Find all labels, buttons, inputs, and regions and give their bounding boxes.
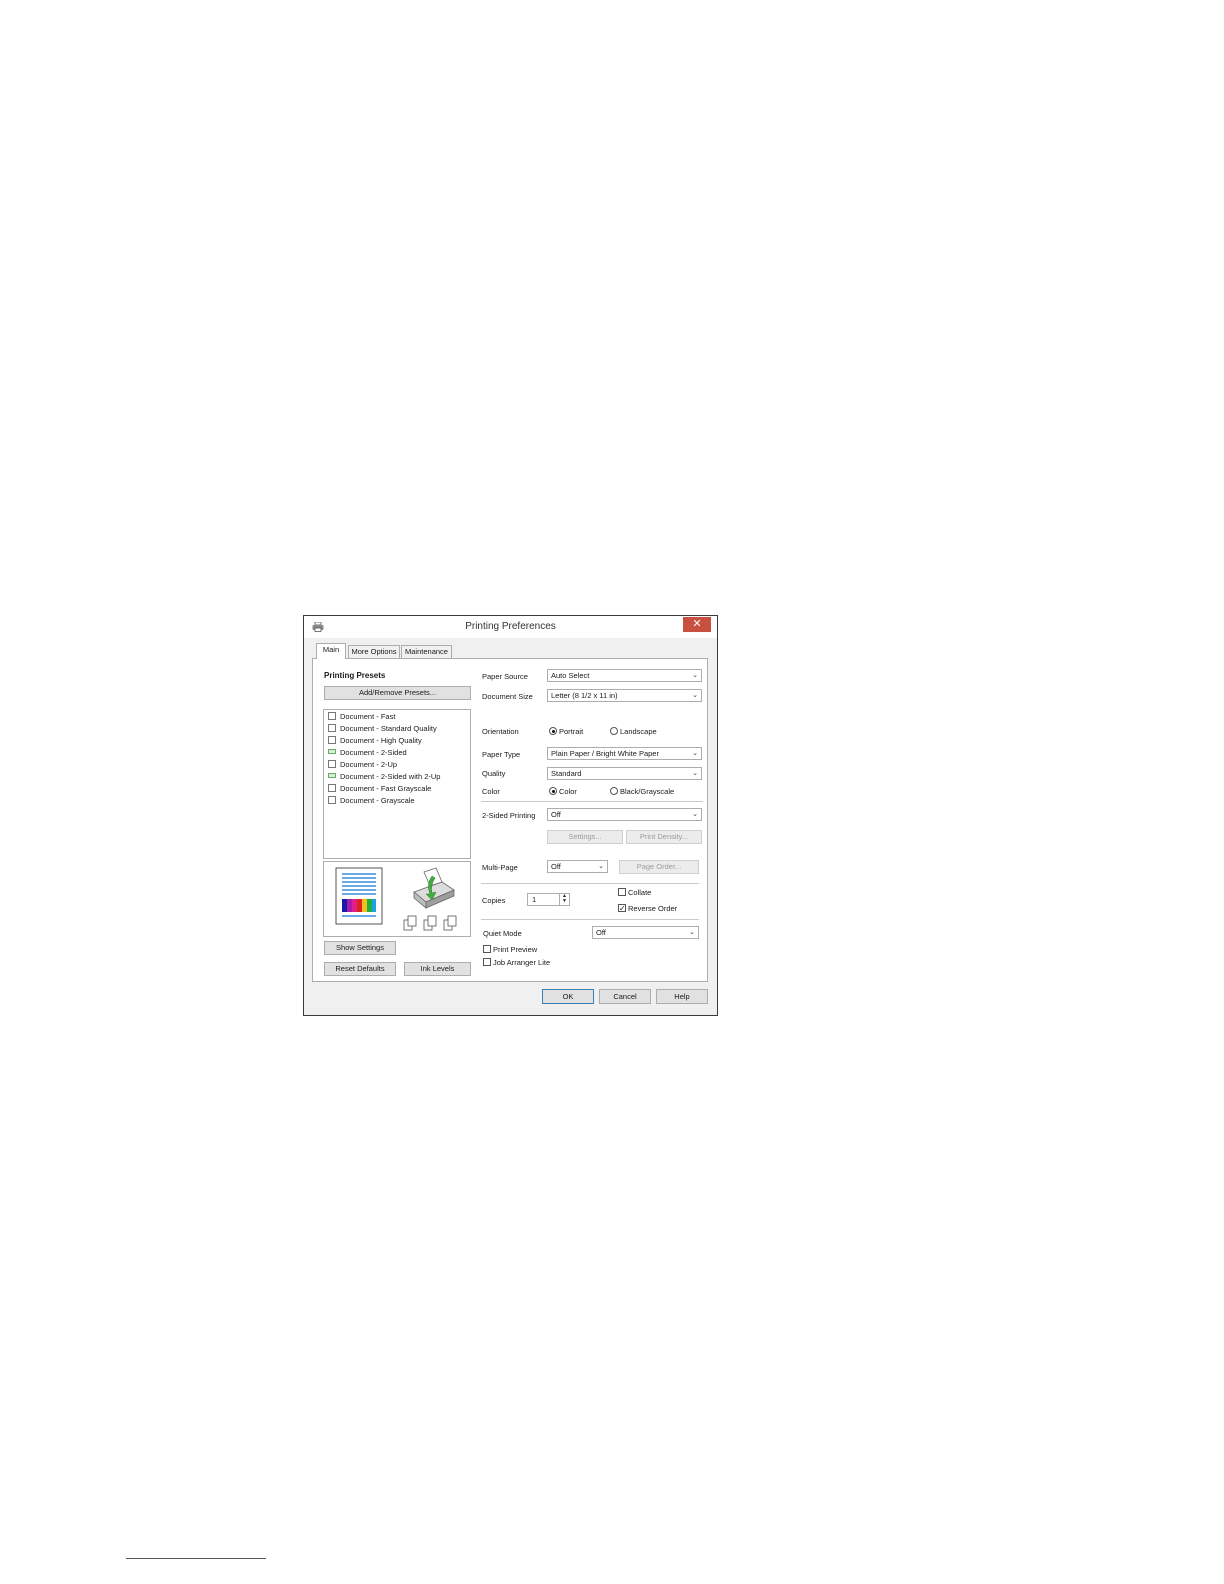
tab-maintenance[interactable]: Maintenance (401, 645, 452, 658)
collate-checkbox[interactable] (618, 888, 626, 896)
divider (481, 919, 699, 920)
collate-label: Collate (628, 888, 652, 897)
divider (481, 883, 699, 884)
black-grayscale-radio[interactable] (610, 787, 618, 795)
chevron-down-icon: ⌄ (689, 929, 695, 936)
quality-label: Quality (482, 769, 506, 778)
document-size-select[interactable]: Letter (8 1/2 x 11 in) ⌄ (547, 689, 702, 702)
document-size-label: Document Size (482, 692, 533, 701)
quiet-mode-label: Quiet Mode (483, 929, 522, 938)
job-arranger-lite-label: Job Arranger Lite (493, 958, 551, 967)
document-icon (328, 736, 336, 744)
quality-select[interactable]: Standard ⌄ (547, 767, 702, 780)
reverse-order-label: Reverse Order (628, 904, 678, 913)
list-item[interactable]: Document - Fast Grayscale (328, 784, 431, 795)
document-icon (328, 724, 336, 732)
list-item[interactable]: Document - Standard Quality (328, 724, 437, 735)
show-settings-button[interactable]: Show Settings (324, 941, 396, 955)
orientation-label: Orientation (482, 727, 519, 736)
job-arranger-lite-checkbox[interactable] (483, 958, 491, 966)
two-up-icon (328, 760, 336, 768)
document-icon (328, 784, 336, 792)
printer-paper-path-icon (413, 867, 455, 909)
tab-more-options[interactable]: More Options (348, 645, 400, 658)
close-icon: ✕ (692, 618, 702, 630)
two-sided-printing-label: 2-Sided Printing (482, 811, 536, 820)
portrait-radio[interactable] (549, 727, 557, 735)
stepper-arrows-icon[interactable]: ▲ ▼ (559, 894, 569, 905)
preview-illustration (335, 867, 457, 931)
list-item[interactable]: Document - Grayscale (328, 796, 415, 807)
chevron-down-icon: ⌄ (692, 672, 698, 679)
dialog-footer: OK Cancel Help (304, 981, 717, 1015)
list-item[interactable]: Document - High Quality (328, 736, 422, 747)
list-item[interactable]: Document - 2-Sided (328, 748, 407, 759)
quiet-mode-select[interactable]: Off ⌄ (592, 926, 699, 939)
printing-preferences-window: Printing Preferences ✕ Main More Options… (303, 615, 718, 1016)
ok-button[interactable]: OK (542, 989, 594, 1004)
paper-type-select[interactable]: Plain Paper / Bright White Paper ⌄ (547, 747, 702, 760)
list-item[interactable]: Document - 2-Up (328, 760, 397, 771)
paper-source-select[interactable]: Auto Select ⌄ (547, 669, 702, 682)
chevron-down-icon: ⌄ (692, 750, 698, 757)
chevron-down-icon: ⌄ (598, 863, 604, 870)
print-preview-checkbox[interactable] (483, 945, 491, 953)
print-density-button[interactable]: Print Density... (626, 830, 702, 844)
footnote-rule (126, 1558, 266, 1559)
portrait-label: Portrait (559, 727, 584, 736)
ink-levels-button[interactable]: Ink Levels (404, 962, 471, 976)
two-sided-settings-button[interactable]: Settings... (547, 830, 623, 844)
chevron-down-icon: ⌄ (692, 811, 698, 818)
add-remove-presets-button[interactable]: Add/Remove Presets... (324, 686, 471, 700)
two-sided-printing-select[interactable]: Off ⌄ (547, 808, 702, 821)
paper-type-label: Paper Type (482, 750, 521, 759)
printing-presets-heading: Printing Presets (324, 671, 386, 680)
copies-stepper[interactable]: 1 ▲ ▼ (527, 893, 570, 906)
reverse-order-checkbox[interactable]: ✓ (618, 904, 626, 913)
multi-page-select[interactable]: Off ⌄ (547, 860, 608, 873)
tab-main[interactable]: Main (316, 643, 346, 659)
close-button[interactable]: ✕ (683, 617, 711, 632)
color-bars-icon (342, 899, 376, 912)
main-tab-panel: Printing Presets Add/Remove Presets... D… (312, 658, 708, 982)
landscape-label: Landscape (620, 727, 657, 736)
list-item[interactable]: Document - Fast (328, 712, 395, 723)
reset-defaults-button[interactable]: Reset Defaults (324, 962, 396, 976)
page-order-icons (403, 915, 457, 931)
cancel-button[interactable]: Cancel (599, 989, 651, 1004)
two-sided-icon (328, 749, 336, 754)
paper-source-label: Paper Source (482, 672, 528, 681)
page-order-button[interactable]: Page Order... (619, 860, 699, 874)
list-item[interactable]: Document - 2-Sided with 2-Up (328, 772, 440, 783)
document-icon (328, 712, 336, 720)
presets-list[interactable]: Document - Fast Document - Standard Qual… (323, 709, 471, 859)
landscape-radio[interactable] (610, 727, 618, 735)
color-option-label: Color (559, 787, 577, 796)
two-sided-icon (328, 773, 336, 778)
chevron-down-icon: ⌄ (692, 692, 698, 699)
chevron-down-icon: ⌄ (692, 770, 698, 777)
settings-preview (323, 861, 471, 937)
color-radio[interactable] (549, 787, 557, 795)
document-icon (328, 796, 336, 804)
copies-label: Copies (482, 896, 506, 905)
window-title: Printing Preferences (465, 621, 556, 632)
help-button[interactable]: Help (656, 989, 708, 1004)
black-grayscale-label: Black/Grayscale (620, 787, 675, 796)
checkmark-icon: ✓ (619, 904, 626, 913)
title-bar[interactable]: Printing Preferences ✕ (304, 616, 717, 638)
divider (481, 801, 703, 802)
print-preview-label: Print Preview (493, 945, 538, 954)
multi-page-label: Multi-Page (482, 863, 518, 872)
color-label: Color (482, 787, 500, 796)
